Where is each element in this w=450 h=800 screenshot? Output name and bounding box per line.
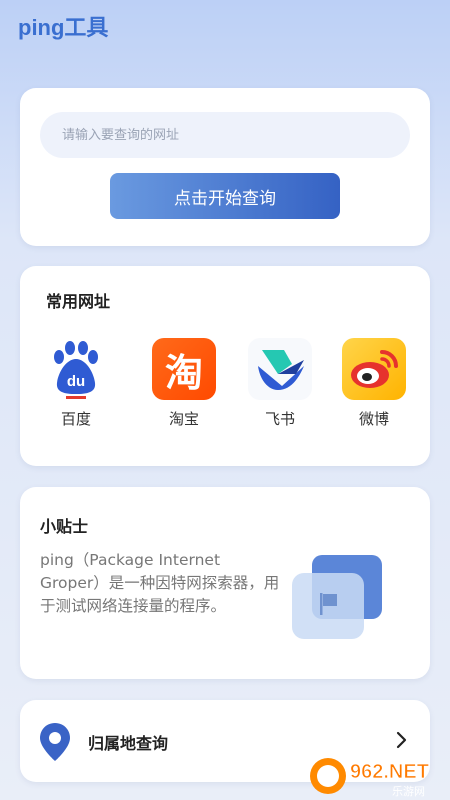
tips-text: ping（Package Internet Groper）是一种因特网探索器，用… xyxy=(40,551,280,615)
watermark-logo: 962.NET 乐游网 xyxy=(306,752,448,798)
common-sites-title: 常用网址 xyxy=(46,292,111,311)
tips-card: 小贴士 ping（Package Internet Groper）是一种因特网探… xyxy=(20,487,430,679)
site-item-weibo[interactable]: 微博 xyxy=(334,338,414,438)
feishu-icon xyxy=(248,338,312,400)
app-title: ping工具 xyxy=(18,15,109,40)
location-query-label: 归属地查询 xyxy=(88,734,169,753)
location-pin-icon xyxy=(38,722,72,766)
weibo-icon xyxy=(342,338,406,400)
flag-illustration-icon xyxy=(290,551,390,643)
watermark-text: 962.NET xyxy=(350,761,429,783)
site-item-taobao[interactable]: 淘 淘宝 xyxy=(144,338,224,438)
site-item-baidu[interactable]: du 百度 xyxy=(36,338,116,438)
site-label-taobao: 淘宝 xyxy=(168,410,199,428)
chevron-right-icon xyxy=(396,731,408,753)
tips-title: 小贴士 xyxy=(40,517,89,536)
site-item-feishu[interactable]: 飞书 xyxy=(240,338,320,438)
site-label-feishu: 飞书 xyxy=(264,410,295,428)
common-sites-card: 常用网址 du 百度 淘 淘宝 飞书 微博 xyxy=(20,266,430,466)
taobao-icon: 淘 xyxy=(152,338,216,400)
site-label-weibo: 微博 xyxy=(358,410,389,428)
baidu-glyph: du xyxy=(67,373,85,390)
site-label-baidu: 百度 xyxy=(60,410,91,428)
taobao-glyph: 淘 xyxy=(164,350,203,395)
start-query-button[interactable]: 点击开始查询 xyxy=(110,173,340,219)
url-input[interactable] xyxy=(40,112,410,158)
watermark-subtext: 乐游网 xyxy=(392,785,425,798)
search-card: 点击开始查询 xyxy=(20,88,430,246)
baidu-icon: du xyxy=(44,338,108,400)
